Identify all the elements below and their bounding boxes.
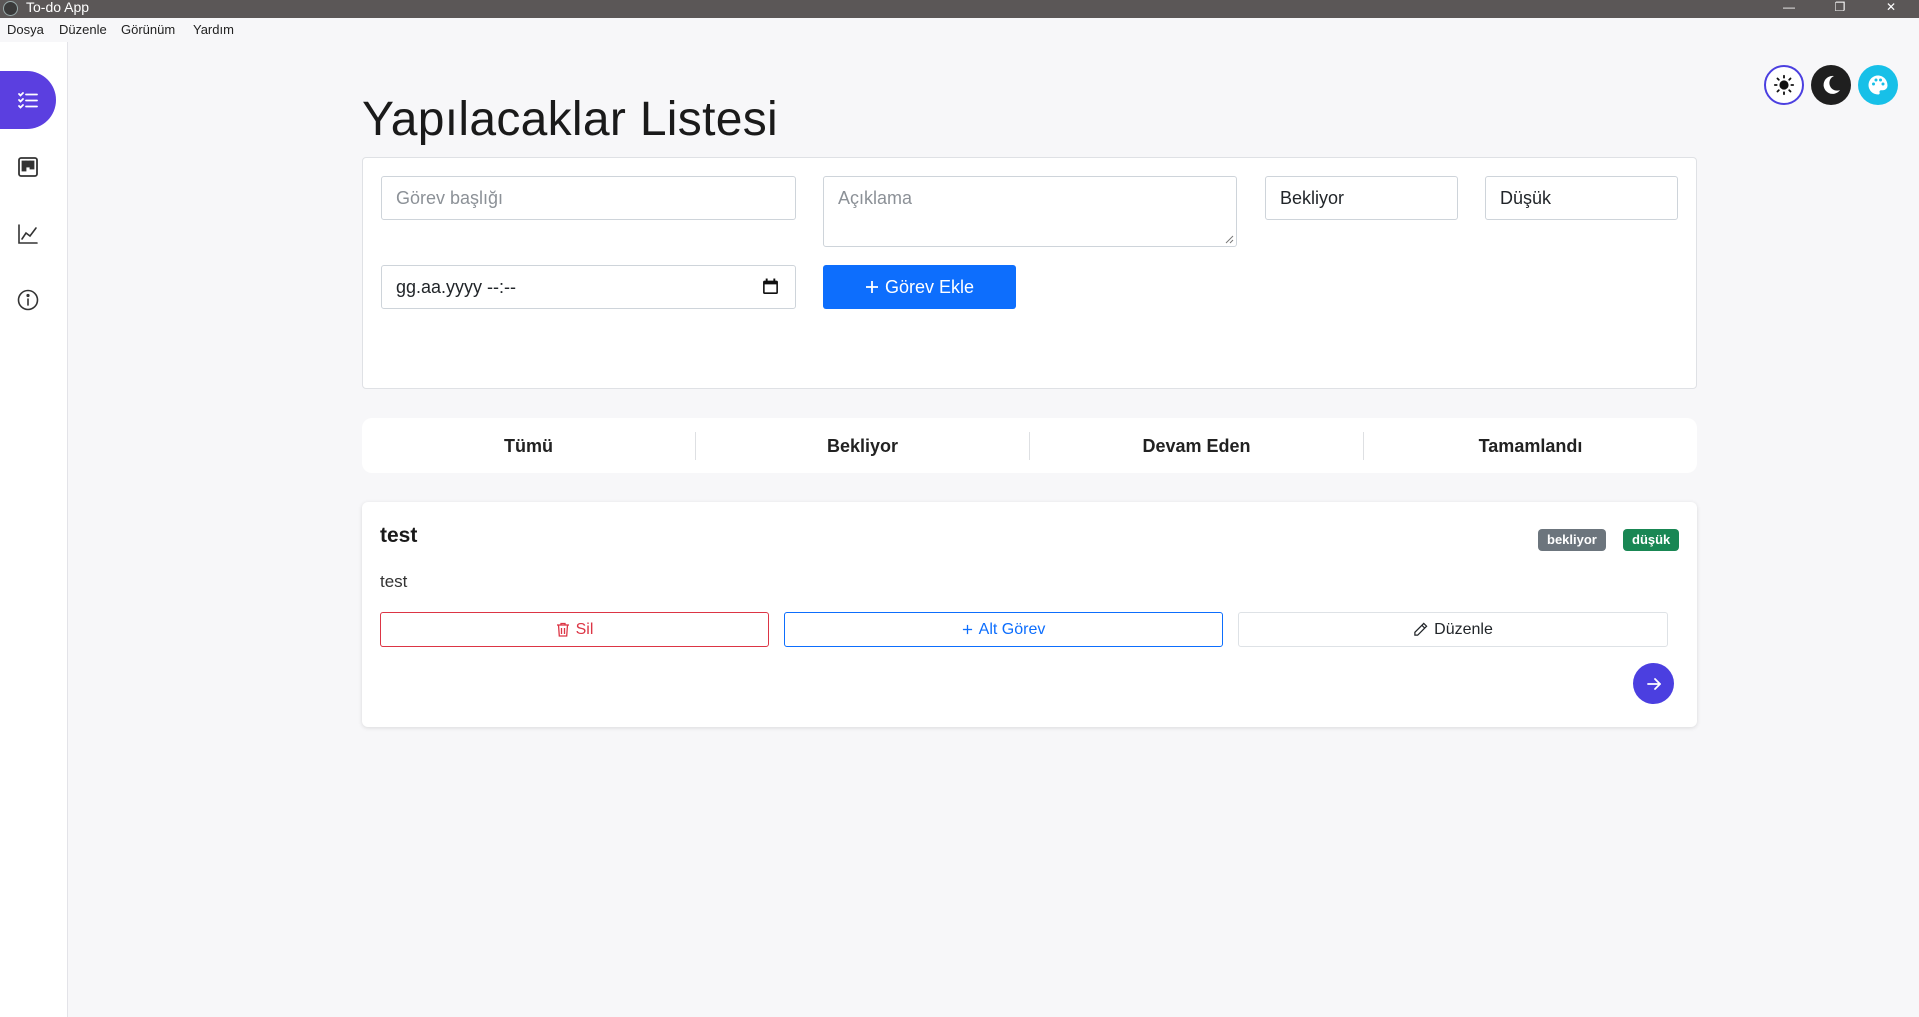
sidebar-item-info[interactable] bbox=[0, 271, 56, 329]
kanban-icon bbox=[18, 157, 38, 177]
task-title: test bbox=[380, 524, 418, 547]
sun-icon bbox=[1773, 74, 1795, 96]
task-description: test bbox=[380, 572, 408, 591]
menu-dosya[interactable]: Dosya bbox=[7, 22, 44, 37]
description-placeholder: Açıklama bbox=[838, 188, 913, 208]
add-task-button[interactable]: Görev Ekle bbox=[823, 265, 1016, 309]
tab-in-progress[interactable]: Devam Eden bbox=[1030, 431, 1364, 460]
priority-badge: düşük bbox=[1623, 529, 1680, 551]
window-titlebar: To-do App — ❐ ✕ bbox=[0, 0, 1919, 18]
tab-all[interactable]: Tümü bbox=[362, 431, 696, 460]
page-title: Yapılacaklar Listesi bbox=[362, 93, 778, 146]
delete-button[interactable]: Sil bbox=[380, 612, 769, 647]
next-status-button[interactable] bbox=[1633, 663, 1674, 704]
delete-label: Sil bbox=[575, 620, 594, 638]
sidebar bbox=[0, 42, 68, 1017]
app-icon bbox=[3, 1, 18, 16]
menu-bar: Dosya Düzenle Görünüm Yardım bbox=[0, 18, 1919, 42]
pencil-icon bbox=[1414, 622, 1428, 636]
sidebar-item-statistics[interactable] bbox=[0, 205, 56, 263]
dark-theme-button[interactable] bbox=[1811, 65, 1851, 105]
menu-yardim[interactable]: Yardım bbox=[193, 22, 234, 37]
color-theme-button[interactable] bbox=[1858, 65, 1898, 105]
calendar-icon[interactable] bbox=[762, 278, 779, 295]
trash-icon bbox=[556, 622, 569, 637]
minimize-button[interactable]: — bbox=[1766, 0, 1812, 18]
status-select[interactable]: Bekliyor bbox=[1265, 176, 1458, 220]
chart-line-icon bbox=[18, 224, 38, 244]
arrow-right-icon bbox=[1646, 677, 1661, 690]
info-icon bbox=[17, 289, 39, 311]
task-card: test bekliyor düşük test Sil Alt Görev D… bbox=[362, 502, 1697, 727]
add-subtask-label: Alt Görev bbox=[978, 620, 1046, 638]
moon-icon bbox=[1823, 75, 1840, 94]
tab-completed[interactable]: Tamamlandı bbox=[1364, 432, 1697, 460]
close-button[interactable]: ✕ bbox=[1868, 0, 1914, 18]
task-title-input[interactable]: Görev başlığı bbox=[381, 176, 796, 220]
due-date-input[interactable]: gg.aa.yyyy --:-- bbox=[381, 265, 796, 309]
task-description-textarea[interactable]: Açıklama bbox=[823, 176, 1237, 247]
task-form: Görev başlığı Açıklama Bekliyor Düşük gg… bbox=[362, 157, 1697, 389]
menu-gorunum[interactable]: Görünüm bbox=[121, 22, 175, 37]
resize-handle-icon bbox=[1225, 235, 1234, 244]
restore-button[interactable]: ❐ bbox=[1817, 0, 1863, 18]
filter-tabs: Tümü Bekliyor Devam Eden Tamamlandı bbox=[362, 418, 1697, 473]
window-title: To-do App bbox=[26, 0, 90, 15]
status-badge: bekliyor bbox=[1538, 529, 1606, 551]
sidebar-item-list[interactable] bbox=[0, 71, 56, 129]
edit-button[interactable]: Düzenle bbox=[1238, 612, 1668, 647]
add-task-label: Görev Ekle bbox=[884, 276, 975, 297]
plus-icon bbox=[962, 624, 972, 635]
light-theme-button[interactable] bbox=[1764, 65, 1804, 105]
tab-waiting[interactable]: Bekliyor bbox=[696, 431, 1030, 460]
menu-duzenle[interactable]: Düzenle bbox=[59, 22, 107, 37]
priority-select[interactable]: Düşük bbox=[1485, 176, 1678, 220]
palette-icon bbox=[1868, 75, 1888, 95]
edit-label: Düzenle bbox=[1434, 620, 1493, 638]
add-subtask-button[interactable]: Alt Görev bbox=[784, 612, 1223, 647]
sidebar-item-kanban[interactable] bbox=[0, 138, 56, 196]
date-value: gg.aa.yyyy --:-- bbox=[396, 277, 517, 297]
list-icon bbox=[18, 92, 38, 109]
plus-icon bbox=[865, 281, 878, 293]
